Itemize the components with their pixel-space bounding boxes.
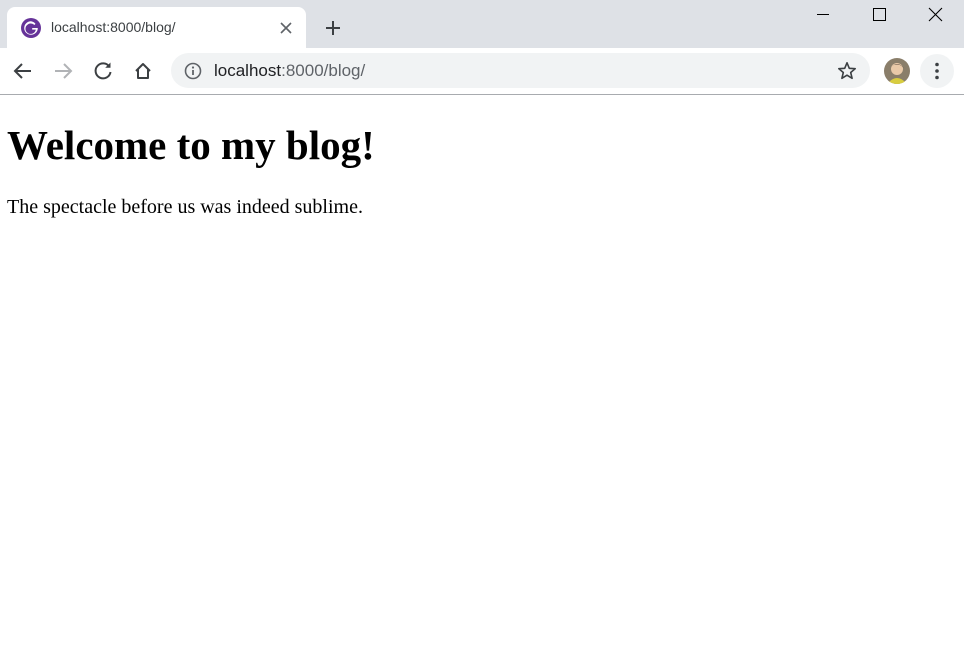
- reload-button[interactable]: [88, 56, 118, 86]
- info-icon[interactable]: [183, 61, 203, 81]
- profile-avatar[interactable]: [884, 58, 910, 84]
- browser-toolbar: localhost:8000/blog/: [0, 48, 964, 95]
- arrow-left-icon: [13, 63, 31, 79]
- menu-button[interactable]: [920, 54, 954, 88]
- window-close-button[interactable]: [912, 0, 958, 30]
- close-icon: [928, 7, 943, 22]
- star-icon[interactable]: [836, 60, 858, 82]
- tab-title: localhost:8000/blog/: [51, 19, 176, 35]
- new-tab-button[interactable]: [320, 16, 346, 40]
- home-icon: [135, 63, 151, 79]
- page-heading: Welcome to my blog!: [7, 122, 375, 168]
- tab-blog[interactable]: localhost:8000/blog/: [7, 7, 306, 48]
- minimize-button[interactable]: [800, 0, 846, 30]
- forward-button[interactable]: [48, 56, 78, 86]
- home-button[interactable]: [128, 56, 158, 86]
- kebab-menu-icon: [935, 62, 939, 80]
- url-path: :8000/blog/: [281, 61, 366, 80]
- page-paragraph: The spectacle before us was indeed subli…: [7, 196, 363, 218]
- tab-close-icon[interactable]: [277, 19, 295, 37]
- back-button[interactable]: [8, 56, 38, 86]
- gatsby-logo-icon: [21, 18, 41, 38]
- maximize-icon: [873, 8, 886, 21]
- maximize-button[interactable]: [856, 0, 902, 30]
- address-bar[interactable]: localhost:8000/blog/: [171, 53, 870, 88]
- url-text[interactable]: localhost:8000/blog/: [214, 61, 365, 81]
- tab-strip: localhost:8000/blog/: [0, 0, 964, 48]
- url-host: localhost: [214, 61, 282, 80]
- page-content: Welcome to my blog! The spectacle before…: [0, 95, 964, 652]
- browser-window: localhost:8000/blog/ localhost:8000/blog…: [0, 0, 964, 652]
- arrow-right-icon: [55, 63, 73, 79]
